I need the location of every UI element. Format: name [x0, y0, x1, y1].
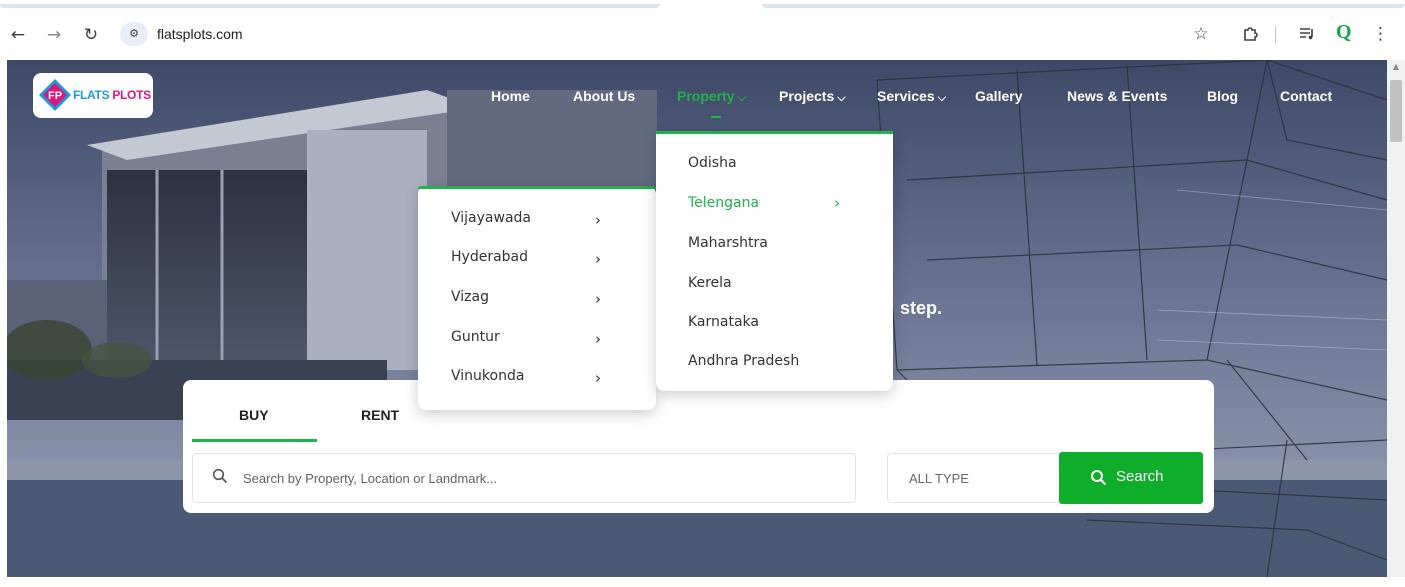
search-icon: [1091, 470, 1107, 486]
tab-rent[interactable]: RENT: [361, 407, 399, 423]
chevron-right-icon: ›: [834, 194, 840, 212]
chevron-right-icon: ›: [595, 290, 601, 308]
search-button[interactable]: Search: [1059, 452, 1203, 504]
browser-toolbar: ← → ↻ ⚙ flatsplots.com ☆ Q ⋮: [0, 8, 1405, 60]
page-below-hero: [0, 577, 1405, 587]
star-icon[interactable]: ☆: [1190, 23, 1212, 45]
nav-property-label: Property: [677, 88, 735, 104]
logo-text: FLATS PLOTS: [73, 88, 151, 102]
address-bar-url[interactable]: flatsplots.com: [157, 26, 243, 42]
property-dropdown: Odisha Telengana › Maharshtra Kerela Kar…: [656, 131, 893, 391]
chevron-down-icon: ⌵: [837, 91, 846, 104]
back-arrow-icon[interactable]: ←: [7, 24, 29, 46]
search-button-label: Search: [1116, 468, 1164, 485]
chevron-right-icon: ›: [595, 250, 601, 268]
logo-text-flats: FLATS: [73, 88, 110, 102]
nav-services[interactable]: Services ⌵: [877, 88, 946, 105]
nav-projects-label: Projects: [779, 88, 835, 104]
reload-icon[interactable]: ↻: [80, 24, 102, 46]
chevron-right-icon: ›: [595, 369, 601, 387]
site-settings-icon[interactable]: ⚙: [120, 22, 148, 46]
kebab-menu-icon[interactable]: ⋮: [1372, 23, 1389, 45]
submenu-item-vizag[interactable]: Vizag: [451, 289, 489, 305]
search-field-wrapper: [192, 453, 856, 503]
dropdown-item-andhra-pradesh[interactable]: Andhra Pradesh: [688, 353, 799, 369]
dropdown-item-odisha[interactable]: Odisha: [688, 155, 737, 171]
chevron-right-icon: ›: [595, 211, 601, 229]
scroll-up-icon[interactable]: ▲: [1391, 62, 1401, 71]
nav-property[interactable]: Property ⌵: [677, 88, 746, 105]
city-submenu: Vijayawada › Hyderabad › Vizag › Guntur …: [418, 186, 656, 410]
dropdown-item-telengana[interactable]: Telengana: [688, 195, 759, 211]
nav-gallery[interactable]: Gallery: [975, 88, 1022, 104]
page-scrollbar[interactable]: ▲: [1387, 60, 1405, 577]
hero-tagline-fragment: step.: [900, 298, 943, 318]
media-control-icon[interactable]: [1296, 23, 1318, 45]
search-icon: [212, 468, 228, 484]
nav-home[interactable]: Home: [491, 88, 530, 104]
chevron-down-icon: ⌵: [737, 91, 746, 104]
logo-letters: FP: [48, 90, 62, 102]
nav-about-us[interactable]: About Us: [573, 88, 635, 104]
nav-active-indicator: [711, 116, 721, 118]
nav-news-events[interactable]: News & Events: [1067, 88, 1167, 104]
logo-mark-icon: FP: [39, 79, 71, 111]
chevron-down-icon: ⌵: [937, 91, 946, 104]
dropdown-accent-bar: [656, 131, 893, 134]
puzzle-icon[interactable]: [1240, 23, 1262, 45]
submenu-item-hyderabad[interactable]: Hyderabad: [451, 249, 528, 265]
nav-contact[interactable]: Contact: [1280, 88, 1332, 104]
toolbar-divider: [1275, 26, 1276, 44]
page-viewport: FP FLATS PLOTS Home About Us Property ⌵ P…: [0, 60, 1405, 587]
scrollbar-thumb[interactable]: [1390, 80, 1402, 142]
submenu-item-guntur[interactable]: Guntur: [451, 329, 500, 345]
logo-text-plots: PLOTS: [112, 88, 151, 102]
tab-strip: [0, 0, 1405, 8]
submenu-item-vinukonda[interactable]: Vinukonda: [451, 368, 524, 384]
hero-section: FP FLATS PLOTS Home About Us Property ⌵ P…: [7, 60, 1387, 577]
search-panel: BUY RENT ALL TYPE Search: [183, 380, 1214, 513]
property-type-select[interactable]: ALL TYPE: [887, 453, 1059, 503]
chevron-right-icon: ›: [595, 330, 601, 348]
site-logo[interactable]: FP FLATS PLOTS: [33, 73, 153, 118]
dropdown-item-maharshtra[interactable]: Maharshtra: [688, 235, 768, 251]
nav-projects[interactable]: Projects ⌵: [779, 88, 846, 105]
submenu-accent-bar: [418, 186, 656, 189]
nav-blog[interactable]: Blog: [1207, 88, 1238, 104]
dropdown-item-kerela[interactable]: Kerela: [688, 275, 732, 291]
tab-buy[interactable]: BUY: [239, 407, 269, 423]
forward-arrow-icon[interactable]: →: [43, 24, 65, 46]
submenu-item-vijayawada[interactable]: Vijayawada: [451, 210, 531, 226]
dropdown-item-karnataka[interactable]: Karnataka: [688, 314, 759, 330]
search-input[interactable]: [243, 466, 803, 490]
nav-services-label: Services: [877, 88, 935, 104]
profile-avatar[interactable]: Q: [1336, 21, 1352, 44]
tab-active-indicator: [192, 439, 317, 442]
property-type-value: ALL TYPE: [909, 471, 969, 486]
